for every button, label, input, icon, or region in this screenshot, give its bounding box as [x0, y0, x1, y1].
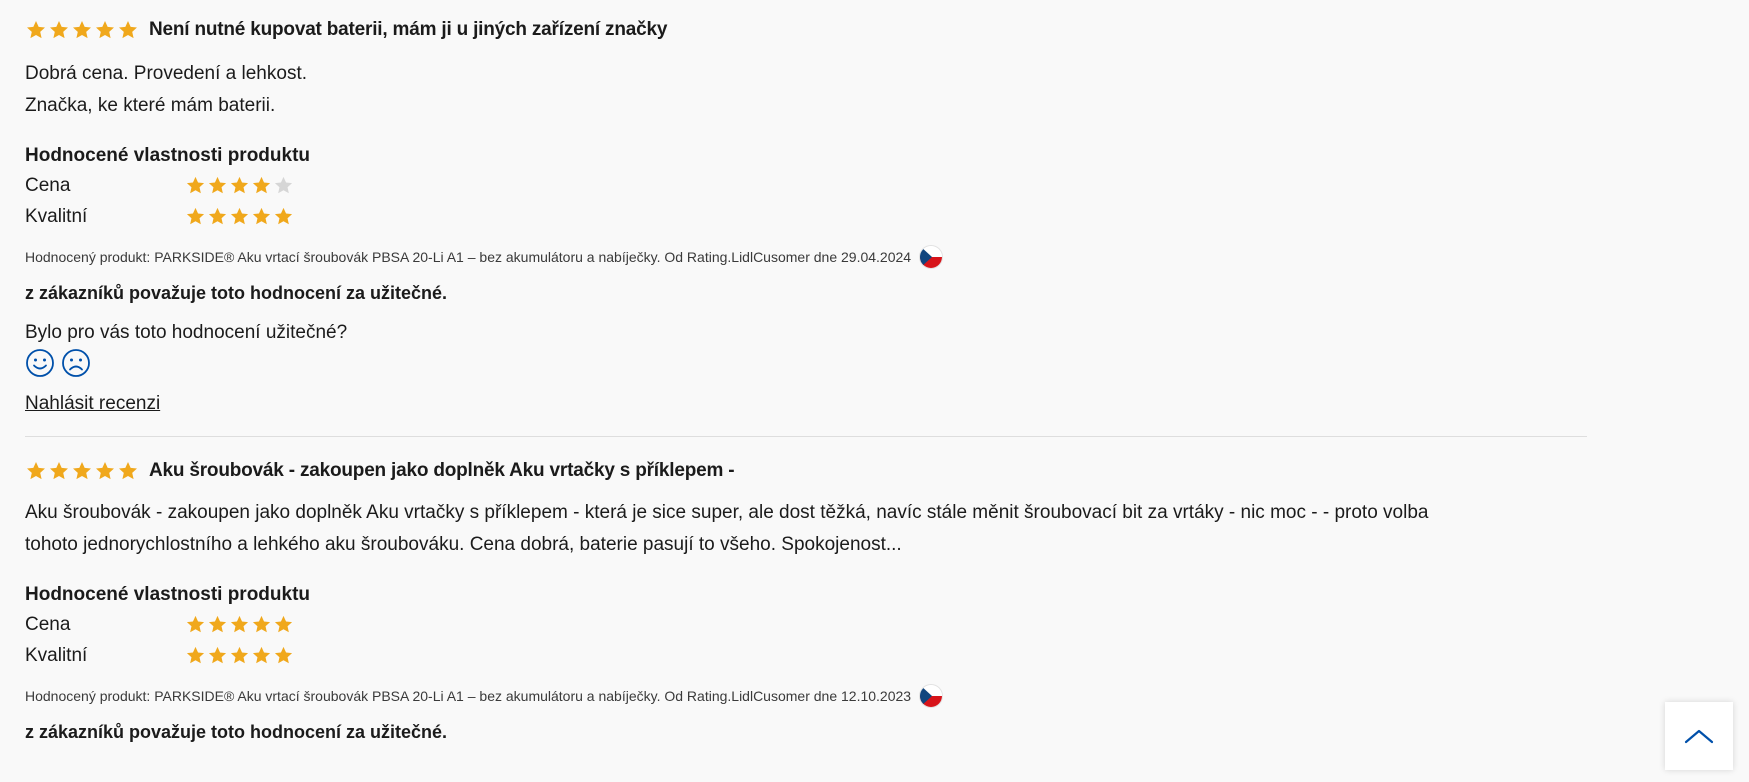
property-rating-stars [185, 206, 294, 227]
property-label: Kvalitní [25, 644, 88, 666]
review-meta: Hodnocený produkt: PARKSIDE® Aku vrtací … [25, 244, 1587, 270]
star-icon [207, 206, 228, 227]
property-rating-stars [185, 645, 294, 666]
star-icon [229, 645, 250, 666]
review-header: Není nutné kupovat baterii, mám ji u jin… [25, 14, 1587, 46]
star-icon [229, 206, 250, 227]
property-rating-stars [185, 614, 294, 635]
star-icon [48, 460, 70, 482]
property-row-price: Cena [25, 609, 1587, 640]
star-icon [207, 614, 228, 635]
review-body: Dobrá cena. Provedení a lehkost. Značka,… [25, 58, 1475, 122]
czech-flag-icon [920, 246, 943, 268]
star-icon [185, 206, 206, 227]
review-rating-stars [25, 460, 139, 482]
star-icon [71, 19, 93, 41]
property-rating-stars [185, 175, 294, 196]
review-body-line: Značka, ke které mám baterii. [25, 95, 276, 116]
star-icon [48, 19, 70, 41]
star-icon [251, 645, 272, 666]
star-icon [25, 19, 47, 41]
report-review-link[interactable]: Nahlásit recenzi [25, 390, 160, 418]
star-icon [117, 19, 139, 41]
helpful-count-text: z zákazníků považuje toto hodnocení za u… [25, 283, 448, 303]
star-icon [94, 19, 116, 41]
review-divider [25, 436, 1587, 437]
star-icon [273, 614, 294, 635]
smiley-happy-icon[interactable] [25, 348, 55, 378]
review-meta-text: Hodnocený produkt: PARKSIDE® Aku vrtací … [25, 688, 912, 704]
property-row-price: Cena [25, 170, 1587, 201]
star-icon [117, 460, 139, 482]
star-icon [251, 206, 272, 227]
star-icon [94, 460, 116, 482]
star-icon [229, 614, 250, 635]
reviews-list: Není nutné kupovat baterii, mám ji u jin… [25, 0, 1587, 745]
review-item: Není nutné kupovat baterii, mám ji u jin… [25, 14, 1587, 418]
review-header: Aku šroubovák - zakoupen jako doplněk Ak… [25, 455, 1587, 487]
properties-title: Hodnocené vlastnosti produktu [25, 145, 311, 166]
review-body-line: Dobrá cena. Provedení a lehkost. [25, 63, 308, 84]
helpful-vote [25, 348, 1587, 378]
review-meta: Hodnocený produkt: PARKSIDE® Aku vrtací … [25, 683, 1587, 709]
back-to-top-button[interactable] [1665, 702, 1733, 770]
review-meta-text: Hodnocený produkt: PARKSIDE® Aku vrtací … [25, 249, 912, 265]
property-label: Cena [25, 613, 71, 635]
review-title: Není nutné kupovat baterii, mám ji u jin… [149, 19, 668, 40]
star-icon [251, 175, 272, 196]
star-icon [251, 614, 272, 635]
star-icon [273, 206, 294, 227]
star-icon [229, 175, 250, 196]
star-icon [185, 614, 206, 635]
review-body: Aku šroubovák - zakoupen jako doplněk Ak… [25, 497, 1475, 561]
property-row-quality: Kvalitní [25, 201, 1587, 232]
star-icon [273, 175, 294, 196]
review-item: Aku šroubovák - zakoupen jako doplněk Ak… [25, 455, 1587, 745]
star-icon [207, 645, 228, 666]
chevron-up-icon [1684, 728, 1714, 744]
helpful-question: Bylo pro vás toto hodnocení užitečné? [25, 322, 348, 343]
property-label: Kvalitní [25, 205, 88, 227]
review-title: Aku šroubovák - zakoupen jako doplněk Ak… [149, 460, 735, 481]
star-icon [71, 460, 93, 482]
review-rating-stars [25, 19, 139, 41]
star-icon [25, 460, 47, 482]
czech-flag-icon [920, 685, 943, 707]
star-icon [185, 645, 206, 666]
review-body-line: Aku šroubovák - zakoupen jako doplněk Ak… [25, 502, 1429, 555]
property-row-quality: Kvalitní [25, 640, 1587, 671]
smiley-sad-icon[interactable] [61, 348, 91, 378]
properties-title: Hodnocené vlastnosti produktu [25, 584, 311, 605]
helpful-count-text: z zákazníků považuje toto hodnocení za u… [25, 722, 448, 742]
star-icon [273, 645, 294, 666]
star-icon [207, 175, 228, 196]
property-label: Cena [25, 174, 71, 196]
star-icon [185, 175, 206, 196]
